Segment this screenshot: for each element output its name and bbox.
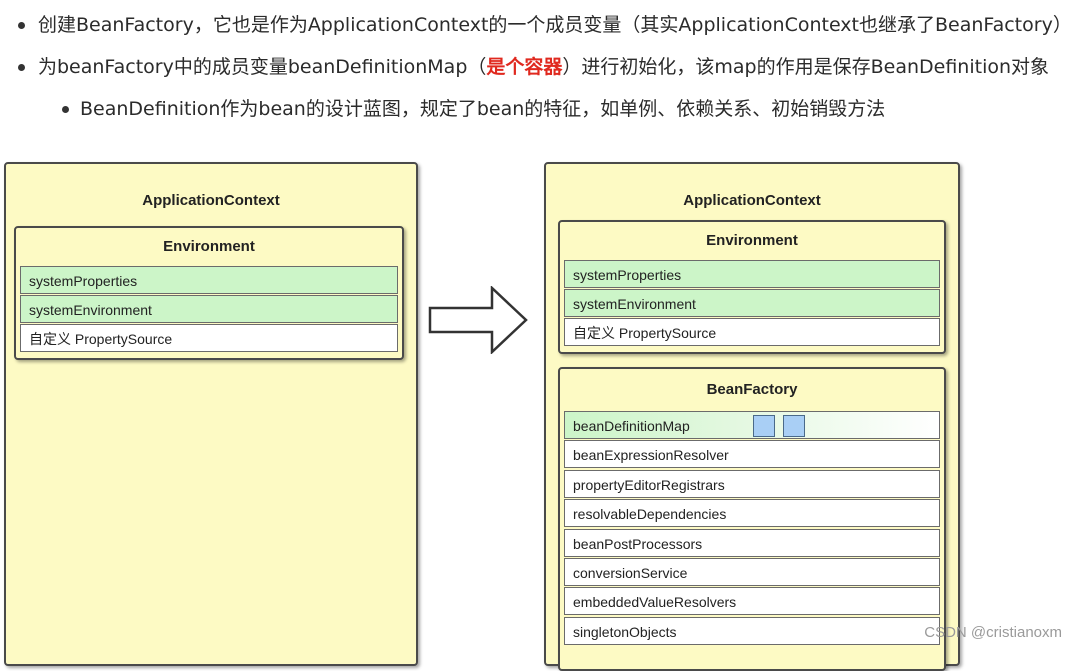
right-env-row-system-environment: systemEnvironment xyxy=(564,289,940,317)
bean-factory-title: BeanFactory xyxy=(706,381,798,398)
bullet-3: BeanDefinition作为bean的设计蓝图，规定了bean的特征，如单例… xyxy=(80,98,886,120)
bean-factory-row-bean-post-processors: beanPostProcessors xyxy=(564,529,940,557)
right-application-context: ApplicationContext Environment systemPro… xyxy=(544,162,960,671)
right-environment-box: Environment systemProperties systemEnvir… xyxy=(558,220,946,354)
left-env-row-custom-property-source: 自定义 PropertySource xyxy=(20,324,398,352)
bullet-2-before: 为beanFactory中的成员变量beanDefinitionMap（ xyxy=(38,56,487,78)
bullet-2-after: ）进行初始化，该map的作用是保存BeanDefinition对象 xyxy=(562,56,1050,78)
bullet-dot-3 xyxy=(62,106,69,113)
bullet-dot-2 xyxy=(18,64,25,71)
bean-factory-row-bean-expression-resolver: beanExpressionResolver xyxy=(564,440,940,468)
right-environment-title: Environment xyxy=(706,232,798,249)
right-env-row-system-properties: systemProperties xyxy=(564,260,940,288)
right-env-row-custom-property-source: 自定义 PropertySource xyxy=(564,318,940,346)
bean-factory-row-bean-definition-map: beanDefinitionMap xyxy=(564,411,940,439)
bean-factory-row-resolvable-dependencies: resolvableDependencies xyxy=(564,499,940,527)
bullet-dot-1 xyxy=(18,22,25,29)
left-environment-box: Environment systemProperties systemEnvir… xyxy=(14,226,404,360)
bean-factory-row-singleton-objects: singletonObjects xyxy=(564,617,940,645)
bean-factory-row-embedded-value-resolvers: embeddedValueResolvers xyxy=(564,587,940,615)
bean-definition-map-label: beanDefinitionMap xyxy=(573,418,690,434)
left-env-row-system-properties: systemProperties xyxy=(20,266,398,294)
bullet-2-highlight: 是个容器 xyxy=(486,56,563,78)
left-env-row-system-environment: systemEnvironment xyxy=(20,295,398,323)
left-panel-title: ApplicationContext xyxy=(142,192,280,209)
right-panel-title: ApplicationContext xyxy=(683,192,821,209)
left-application-context: ApplicationContext Environment systemPro… xyxy=(4,162,418,666)
watermark: CSDN @cristianoxm xyxy=(924,624,1062,641)
bean-definition-square-1 xyxy=(753,415,775,437)
left-environment-title: Environment xyxy=(163,238,255,255)
bean-factory-box: BeanFactory beanDefinitionMap beanExpres… xyxy=(558,367,946,671)
bean-factory-row-conversion-service: conversionService xyxy=(564,558,940,586)
bean-factory-row-property-editor-registrars: propertyEditorRegistrars xyxy=(564,470,940,498)
bean-definition-square-2 xyxy=(783,415,805,437)
bullet-1: 创建BeanFactory，它也是作为ApplicationContext的一个… xyxy=(38,14,1072,36)
right-arrow-icon xyxy=(428,286,528,354)
bullet-2: 为beanFactory中的成员变量beanDefinitionMap（是个容器… xyxy=(38,54,1049,80)
